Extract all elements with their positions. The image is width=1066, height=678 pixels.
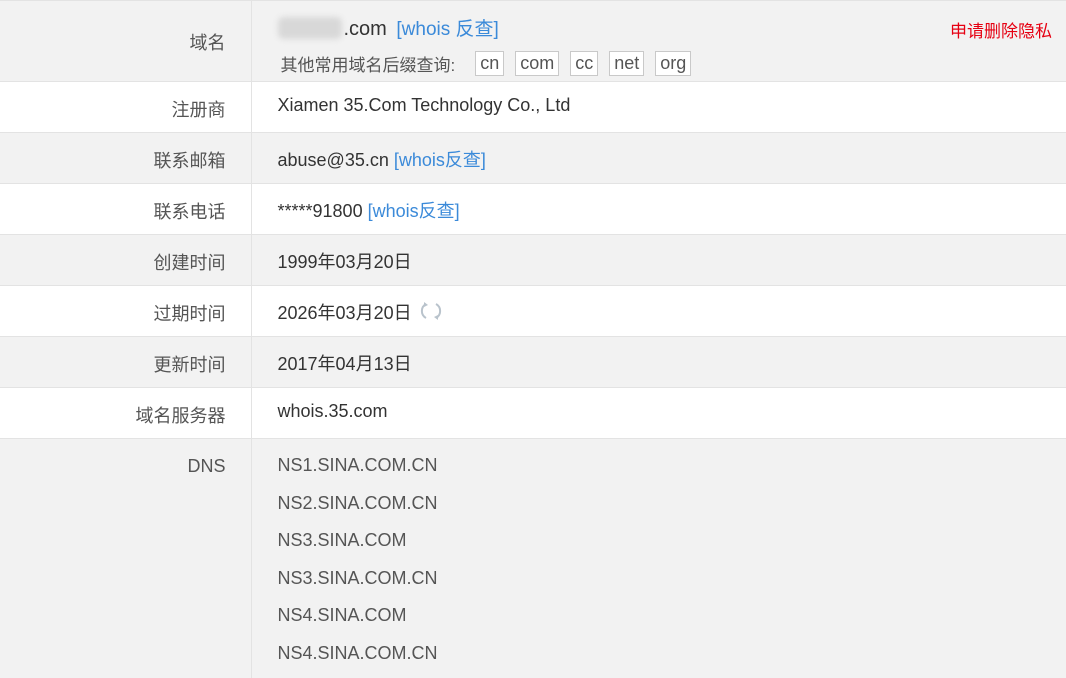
suffix-query-label: 其他常用域名后缀查询: [280,56,456,75]
phone-whois-reverse-link[interactable]: [whois反查] [368,201,460,221]
email-row: 联系邮箱 abuse@35.cn [whois反查] [0,132,1066,184]
email-value: abuse@35.cn [277,150,389,170]
whois-server-row: 域名服务器 whois.35.com [0,387,1066,439]
whois-reverse-link[interactable]: [whois 反查] [396,19,498,40]
suffix-cc-button[interactable]: cc [570,51,599,76]
suffix-cn-button[interactable]: cn [475,51,505,76]
whois-table: 域名 .com [whois 反查] 其他常用域名后缀查询: cn com cc… [0,0,1066,678]
request-privacy-removal-link[interactable]: 申请删除隐私 [950,17,1052,42]
phone-value: *****91800 [277,201,363,221]
phone-row: 联系电话 *****91800 [whois反查] [0,183,1066,235]
expires-row: 过期时间 2026年03月20日 [0,285,1066,337]
created-value: 1999年03月20日 [251,234,1066,286]
domain-label: 域名 [0,0,252,82]
whois-server-label: 域名服务器 [0,387,252,439]
registrar-row: 注册商 Xiamen 35.Com Technology Co., Ltd [0,81,1066,133]
registrar-value: Xiamen 35.Com Technology Co., Ltd [251,81,1066,133]
dns-row: DNS NS1.SINA.COM.CN NS2.SINA.COM.CN NS3.… [0,438,1066,678]
masked-domain-name [277,17,342,39]
dns-list: NS1.SINA.COM.CN NS2.SINA.COM.CN NS3.SINA… [251,438,1066,678]
suffix-query-line: 其他常用域名后缀查询: cn com cc net org [278,51,1066,76]
dns-server-6: NS4.SINA.COM.CN [277,642,438,663]
suffix-com-button[interactable]: com [515,51,560,76]
expires-value: 2026年03月20日 [277,303,412,323]
updated-value: 2017年04月13日 [251,336,1066,388]
email-whois-reverse-link[interactable]: [whois反查] [394,150,486,170]
domain-suffix: .com [343,18,387,40]
domain-row: 域名 .com [whois 反查] 其他常用域名后缀查询: cn com cc… [0,0,1066,82]
email-cell: abuse@35.cn [whois反查] [251,132,1066,184]
dns-server-2: NS2.SINA.COM.CN [277,492,438,513]
domain-cell: .com [whois 反查] 其他常用域名后缀查询: cn com cc ne… [251,0,1066,82]
created-label: 创建时间 [0,234,252,286]
updated-label: 更新时间 [0,336,252,388]
registrar-label: 注册商 [0,81,252,133]
refresh-icon[interactable] [420,300,442,322]
updated-row: 更新时间 2017年04月13日 [0,336,1066,388]
email-label: 联系邮箱 [0,132,252,184]
suffix-net-button[interactable]: net [609,51,645,76]
expires-cell: 2026年03月20日 [251,285,1066,337]
dns-label: DNS [0,438,252,678]
suffix-org-button[interactable]: org [655,51,692,76]
phone-label: 联系电话 [0,183,252,235]
expires-label: 过期时间 [0,285,252,337]
whois-server-value: whois.35.com [251,387,1066,439]
dns-server-3: NS3.SINA.COM [277,530,407,550]
phone-cell: *****91800 [whois反查] [251,183,1066,235]
dns-server-4: NS3.SINA.COM.CN [277,567,438,588]
dns-server-1: NS1.SINA.COM.CN [277,455,438,475]
created-row: 创建时间 1999年03月20日 [0,234,1066,286]
dns-server-5: NS4.SINA.COM [277,605,407,625]
